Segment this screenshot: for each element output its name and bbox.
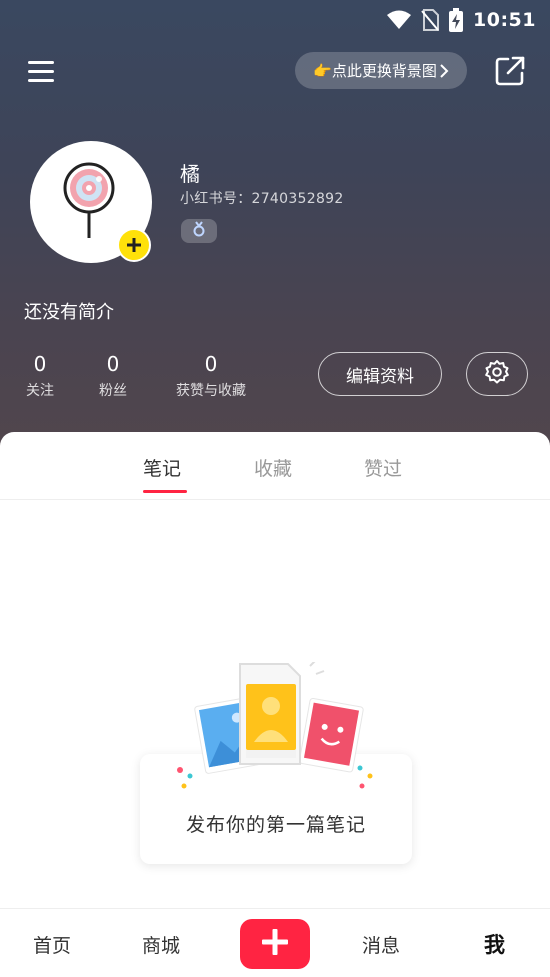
active-tab-indicator: [143, 490, 187, 493]
nav-item-me[interactable]: 我: [484, 929, 505, 959]
change-background-label: 👉点此更换背景图: [313, 62, 437, 80]
nav-item-mall[interactable]: 商城: [142, 931, 180, 958]
publish-button[interactable]: [240, 919, 310, 969]
status-time: 10:51: [473, 9, 536, 31]
settings-button[interactable]: [466, 352, 528, 396]
gender-badge[interactable]: [181, 219, 217, 243]
share-button[interactable]: [494, 55, 526, 87]
stat-following[interactable]: 0 关注: [24, 352, 56, 400]
profile-tabs: 笔记 收藏 赞过: [0, 432, 550, 500]
female-symbol-icon: [192, 220, 206, 242]
plus-icon: [126, 233, 142, 257]
share-external-icon: [494, 56, 526, 91]
stat-followers[interactable]: 0 粉丝: [97, 352, 129, 400]
stat-followers-label: 粉丝: [99, 383, 127, 399]
tab-collections[interactable]: 收藏: [254, 454, 292, 481]
chevron-right-icon: [439, 63, 449, 78]
wifi-icon: [387, 10, 412, 30]
empty-notes-illustration-icon: [170, 659, 380, 792]
bio[interactable]: 还没有简介: [24, 298, 114, 324]
lollipop-avatar-icon: [59, 160, 123, 244]
tab-liked[interactable]: 赞过: [364, 454, 402, 481]
nav-item-home[interactable]: 首页: [33, 931, 71, 958]
gear-icon: [484, 359, 510, 389]
battery-charging-icon: [449, 8, 464, 32]
plus-icon: [261, 928, 289, 960]
nav-item-messages[interactable]: 消息: [362, 931, 400, 958]
profile-screen: 10:51 👉点此更换背景图 橘 小红书号：2740352892 还没有简介 0…: [0, 0, 550, 977]
stat-followers-count: 0: [106, 352, 120, 376]
user-id: 小红书号：2740352892: [180, 191, 344, 207]
status-bar: 10:51: [0, 0, 550, 40]
profile-header: 10:51 👉点此更换背景图 橘 小红书号：2740352892 还没有简介 0…: [0, 0, 550, 470]
stat-likes-collects[interactable]: 0 获赞与收藏: [170, 352, 252, 400]
empty-state-text: 发布你的第一篇笔记: [185, 814, 366, 836]
edit-profile-button[interactable]: 编辑资料: [318, 352, 442, 396]
bottom-navigation: 首页 商城 消息 我: [0, 908, 550, 977]
stat-likes-collects-label: 获赞与收藏: [176, 383, 246, 399]
stat-likes-collects-count: 0: [204, 352, 218, 376]
stat-following-count: 0: [33, 352, 47, 376]
no-sim-icon: [421, 9, 440, 31]
menu-button[interactable]: [26, 56, 58, 88]
nickname: 橘: [180, 162, 200, 186]
stat-following-label: 关注: [26, 383, 54, 399]
add-avatar-button[interactable]: [117, 228, 151, 262]
change-background-button[interactable]: 👉点此更换背景图: [295, 52, 467, 89]
tab-notes[interactable]: 笔记: [143, 454, 181, 481]
hamburger-menu-icon: [26, 61, 58, 92]
content-sheet: 笔记 收藏 赞过 发布你的第一篇笔记: [0, 432, 550, 977]
